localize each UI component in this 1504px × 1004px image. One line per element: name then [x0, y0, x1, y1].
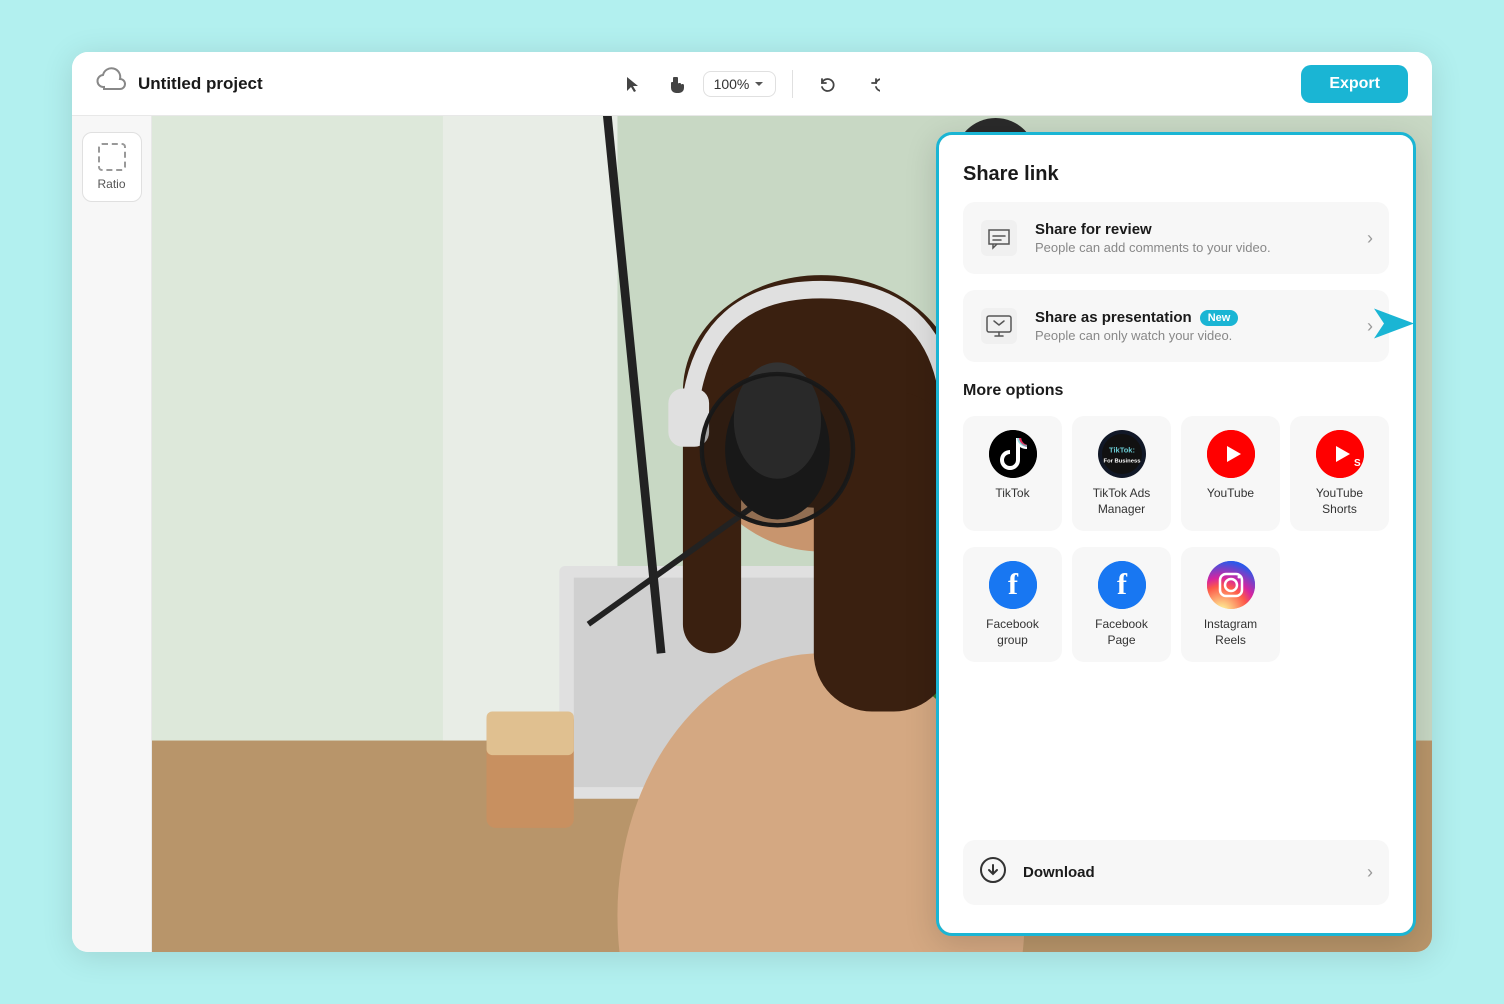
pointer-arrow — [1369, 299, 1416, 354]
undo-button[interactable] — [809, 66, 845, 102]
presentation-icon — [979, 306, 1019, 346]
canvas-placeholder: Share link Share for revie — [152, 116, 1432, 952]
main-area: Ratio — [72, 116, 1432, 952]
new-badge: New — [1200, 310, 1239, 326]
download-icon — [979, 856, 1007, 889]
tiktok-ads-logo: TikTok: For Business — [1098, 430, 1146, 478]
sidebar: Ratio — [72, 116, 152, 952]
social-tiktok-ads[interactable]: TikTok: For Business TikTok Ads Manager — [1072, 416, 1171, 531]
youtube-label: YouTube — [1207, 486, 1254, 502]
review-desc: People can add comments to your video. — [1035, 240, 1351, 255]
svg-text:For Business: For Business — [1103, 458, 1140, 464]
social-facebook-page[interactable]: f Facebook Page — [1072, 547, 1171, 662]
review-icon — [979, 218, 1019, 258]
header-center: 100% — [533, 66, 970, 102]
share-title: Share link — [963, 163, 1389, 186]
presentation-title: Share as presentation New — [1035, 309, 1351, 326]
youtube-logo — [1207, 430, 1255, 478]
ratio-icon — [98, 143, 126, 171]
share-panel: Share link Share for revie — [936, 132, 1416, 936]
social-youtube-shorts[interactable]: S YouTube Shorts — [1290, 416, 1389, 531]
tiktok-ads-label: TikTok Ads Manager — [1080, 486, 1163, 517]
facebook-page-logo: f — [1098, 561, 1146, 609]
more-options-title: More options — [963, 382, 1389, 400]
instagram-logo — [1207, 561, 1255, 609]
download-chevron: › — [1367, 862, 1373, 883]
project-title: Untitled project — [138, 74, 263, 94]
canvas-area: Share link Share for revie — [152, 116, 1432, 952]
social-youtube[interactable]: YouTube — [1181, 416, 1280, 531]
review-title: Share for review — [1035, 221, 1351, 238]
instagram-reels-label: Instagram Reels — [1189, 617, 1272, 648]
app-window: Untitled project 100% — [72, 52, 1432, 952]
facebook-page-label: Facebook Page — [1080, 617, 1163, 648]
share-as-presentation[interactable]: Share as presentation New People can onl… — [963, 290, 1389, 362]
social-grid-bottom: f Facebook group f — [963, 547, 1389, 662]
social-grid-top: TikTok TikTok: For Business — [963, 416, 1389, 531]
zoom-value: 100% — [714, 76, 750, 92]
download-button[interactable]: Download › — [963, 840, 1389, 905]
zoom-selector[interactable]: 100% — [703, 71, 777, 97]
hand-tool[interactable] — [659, 66, 695, 102]
redo-button[interactable] — [853, 66, 889, 102]
social-facebook-group[interactable]: f Facebook group — [963, 547, 1062, 662]
header: Untitled project 100% — [72, 52, 1432, 116]
presentation-text: Share as presentation New People can onl… — [1035, 309, 1351, 343]
youtube-shorts-logo: S — [1316, 430, 1364, 478]
pointer-tool[interactable] — [615, 66, 651, 102]
svg-text:TikTok:: TikTok: — [1109, 445, 1135, 454]
tiktok-logo — [989, 430, 1037, 478]
social-tiktok[interactable]: TikTok — [963, 416, 1062, 531]
svg-text:f: f — [1117, 568, 1128, 601]
header-divider — [792, 70, 793, 98]
facebook-group-logo: f — [989, 561, 1037, 609]
header-right: Export — [971, 65, 1408, 103]
review-text: Share for review People can add comments… — [1035, 221, 1351, 255]
share-for-review[interactable]: Share for review People can add comments… — [963, 202, 1389, 274]
social-empty — [1290, 547, 1389, 662]
svg-text:S: S — [1354, 458, 1361, 469]
export-button[interactable]: Export — [1301, 65, 1408, 103]
ratio-label: Ratio — [97, 177, 125, 191]
svg-text:f: f — [1008, 568, 1019, 601]
review-chevron: › — [1367, 228, 1373, 249]
presentation-desc: People can only watch your video. — [1035, 328, 1351, 343]
ratio-button[interactable]: Ratio — [82, 132, 142, 202]
download-label: Download — [1023, 864, 1351, 881]
youtube-shorts-label: YouTube Shorts — [1298, 486, 1381, 517]
tiktok-label: TikTok — [995, 486, 1029, 502]
cloud-icon — [96, 65, 128, 102]
social-instagram-reels[interactable]: Instagram Reels — [1181, 547, 1280, 662]
header-left: Untitled project — [96, 65, 533, 102]
facebook-group-label: Facebook group — [971, 617, 1054, 648]
